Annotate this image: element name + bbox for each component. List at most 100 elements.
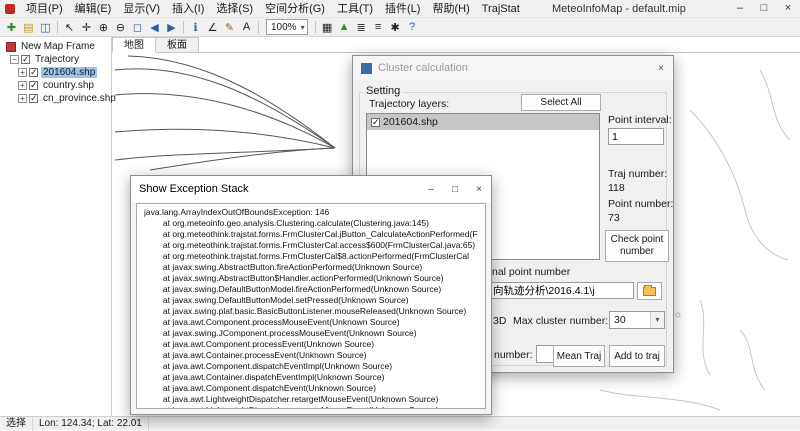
exception-minimize-icon[interactable]: – xyxy=(419,176,443,202)
folder-icon xyxy=(643,287,656,296)
layer-checkbox[interactable] xyxy=(21,55,30,64)
legend-panel: New Map Frame − Trajectory + 201604.shp … xyxy=(0,37,112,416)
tree-item-layer-201604[interactable]: + 201604.shp xyxy=(0,66,111,79)
menu-trajstat[interactable]: TrajStat xyxy=(476,0,526,18)
stack-trace-line: at javax.swing.AbstractButton.fireAction… xyxy=(144,262,485,273)
tab-map[interactable]: 地图 xyxy=(112,37,156,53)
new-icon[interactable]: ✚ xyxy=(3,19,20,35)
zoom-previous-icon[interactable]: ◀ xyxy=(146,19,163,35)
expand-icon[interactable]: + xyxy=(18,68,27,77)
menu-geoprocessing[interactable]: 空间分析(G) xyxy=(259,0,331,18)
menu-insert[interactable]: 插入(I) xyxy=(166,0,210,18)
app-icon xyxy=(5,4,15,14)
tab-layout[interactable]: 板面 xyxy=(156,37,199,53)
tree-item-layer-country[interactable]: + country.shp xyxy=(0,79,111,92)
browse-folder-button[interactable] xyxy=(637,282,662,300)
edit-icon[interactable]: ✎ xyxy=(221,19,238,35)
open-icon[interactable]: ▤ xyxy=(20,19,37,35)
save-icon[interactable]: ◫ xyxy=(37,19,54,35)
cluster-dialog-icon xyxy=(361,63,372,74)
layers-icon[interactable]: ≣ xyxy=(353,19,370,35)
zoom-out-icon[interactable]: ⊖ xyxy=(112,19,129,35)
layer-label: cn_province.shp xyxy=(41,93,118,104)
layer-label: 201604.shp xyxy=(41,67,97,78)
toolbar-separator xyxy=(315,21,316,34)
window-controls: – □ × xyxy=(728,0,800,18)
attribute-table-icon[interactable]: ▦ xyxy=(319,19,336,35)
mean-traj-button[interactable]: Mean Traj xyxy=(553,345,605,367)
traj-number-label: Traj number: xyxy=(608,168,667,180)
maximize-button[interactable]: □ xyxy=(752,0,776,18)
menu-view[interactable]: 显示(V) xyxy=(117,0,166,18)
layer-list-checkbox[interactable] xyxy=(371,118,380,127)
menu-bar: 项目(P) 编辑(E) 显示(V) 插入(I) 选择(S) 空间分析(G) 工具… xyxy=(0,0,800,18)
settings-icon[interactable]: ✱ xyxy=(387,19,404,35)
list-item-201604[interactable]: 201604.shp xyxy=(367,114,599,130)
menu-edit[interactable]: 编辑(E) xyxy=(69,0,118,18)
equal-point-number-label: nal point number xyxy=(492,266,570,278)
menu-project[interactable]: 项目(P) xyxy=(20,0,69,18)
menu-selection[interactable]: 选择(S) xyxy=(210,0,259,18)
stack-trace-line: at java.awt.Container.processEvent(Unkno… xyxy=(144,350,485,361)
menu-help[interactable]: 帮助(H) xyxy=(426,0,475,18)
menu-plugins[interactable]: 插件(L) xyxy=(379,0,426,18)
layer-checkbox[interactable] xyxy=(29,94,38,103)
layer-list-label: 201604.shp xyxy=(383,116,438,128)
identify-icon[interactable]: ℹ xyxy=(187,19,204,35)
minimize-button[interactable]: – xyxy=(728,0,752,18)
expand-icon[interactable]: + xyxy=(18,94,27,103)
pan-icon[interactable]: ✛ xyxy=(78,19,95,35)
tree-item-layer-cn-province[interactable]: + cn_province.shp xyxy=(0,92,111,105)
toolbar-separator xyxy=(183,21,184,34)
full-extent-icon[interactable]: ◻ xyxy=(129,19,146,35)
trajectory-file-path-input[interactable] xyxy=(489,282,634,299)
point-interval-input[interactable] xyxy=(608,128,664,145)
select-all-button[interactable]: Select All xyxy=(521,94,601,111)
zoom-next-icon[interactable]: ▶ xyxy=(163,19,180,35)
stack-trace-line: at java.awt.LightweightDispatcher.proces… xyxy=(144,405,485,409)
window-title: MeteoInfoMap - default.mip xyxy=(552,0,686,18)
help-icon[interactable]: ? xyxy=(404,19,421,35)
map-frame-label: New Map Frame xyxy=(19,41,97,52)
tree-item-trajectory-group[interactable]: − Trajectory xyxy=(0,53,111,66)
toolbar-separator xyxy=(258,21,259,34)
stack-trace-panel[interactable]: java.lang.ArrayIndexOutOfBoundsException… xyxy=(136,203,486,409)
select-icon[interactable]: ↖ xyxy=(61,19,78,35)
exception-close-icon[interactable]: × xyxy=(467,176,491,202)
measure-icon[interactable]: ∠ xyxy=(204,19,221,35)
stack-trace-line: at java.awt.Component.dispatchEventImpl(… xyxy=(144,361,485,372)
close-button[interactable]: × xyxy=(776,0,800,18)
exception-maximize-icon[interactable]: □ xyxy=(443,176,467,202)
chevron-down-icon: ▾ xyxy=(301,23,305,32)
exception-dialog-titlebar[interactable]: Show Exception Stack – □ × xyxy=(131,176,491,202)
cluster-dialog-close-icon[interactable]: × xyxy=(649,56,673,80)
cluster-dialog-titlebar[interactable]: Cluster calculation × xyxy=(353,56,673,80)
collapse-icon[interactable]: − xyxy=(10,55,19,64)
max-cluster-number-combo[interactable]: 30 ▾ xyxy=(609,311,665,329)
zoom-level-value: 100% xyxy=(271,22,297,33)
stack-trace-line: java.lang.ArrayIndexOutOfBoundsException… xyxy=(144,207,485,218)
menu-tools[interactable]: 工具(T) xyxy=(331,0,379,18)
status-bar: 选择 Lon: 124.34; Lat: 22.01 xyxy=(0,416,800,430)
chart-icon[interactable]: ▲ xyxy=(336,19,353,35)
layer-checkbox[interactable] xyxy=(29,81,38,90)
point-number-label: Point number: xyxy=(608,198,673,210)
status-coordinates: Lon: 124.34; Lat: 22.01 xyxy=(33,417,149,431)
zoom-in-icon[interactable]: ⊕ xyxy=(95,19,112,35)
trajectory-group-label: Trajectory xyxy=(33,54,81,65)
zoom-level-combo[interactable]: 100% ▾ xyxy=(266,19,308,35)
tree-item-map-frame[interactable]: New Map Frame xyxy=(0,40,111,53)
layer-checkbox[interactable] xyxy=(29,68,38,77)
max-cluster-number-label: Max cluster number: xyxy=(513,315,608,327)
stack-trace-line: at org.meteothink.trajstat.forms.FrmClus… xyxy=(144,240,485,251)
stack-trace-line: at java.awt.Container.dispatchEventImpl(… xyxy=(144,372,485,383)
add-to-traj-button[interactable]: Add to traj xyxy=(609,345,665,367)
view-tabs: 地图 板面 xyxy=(112,37,199,53)
traj-number-value: 118 xyxy=(608,182,625,194)
point-number-value: 73 xyxy=(608,212,620,224)
stack-trace-line: at org.meteothink.trajstat.forms.FrmClus… xyxy=(144,229,485,240)
expand-icon[interactable]: + xyxy=(18,81,27,90)
label-icon[interactable]: A xyxy=(238,19,255,35)
script-icon[interactable]: ≡ xyxy=(370,19,387,35)
check-point-number-button[interactable]: Check point number xyxy=(605,230,669,262)
